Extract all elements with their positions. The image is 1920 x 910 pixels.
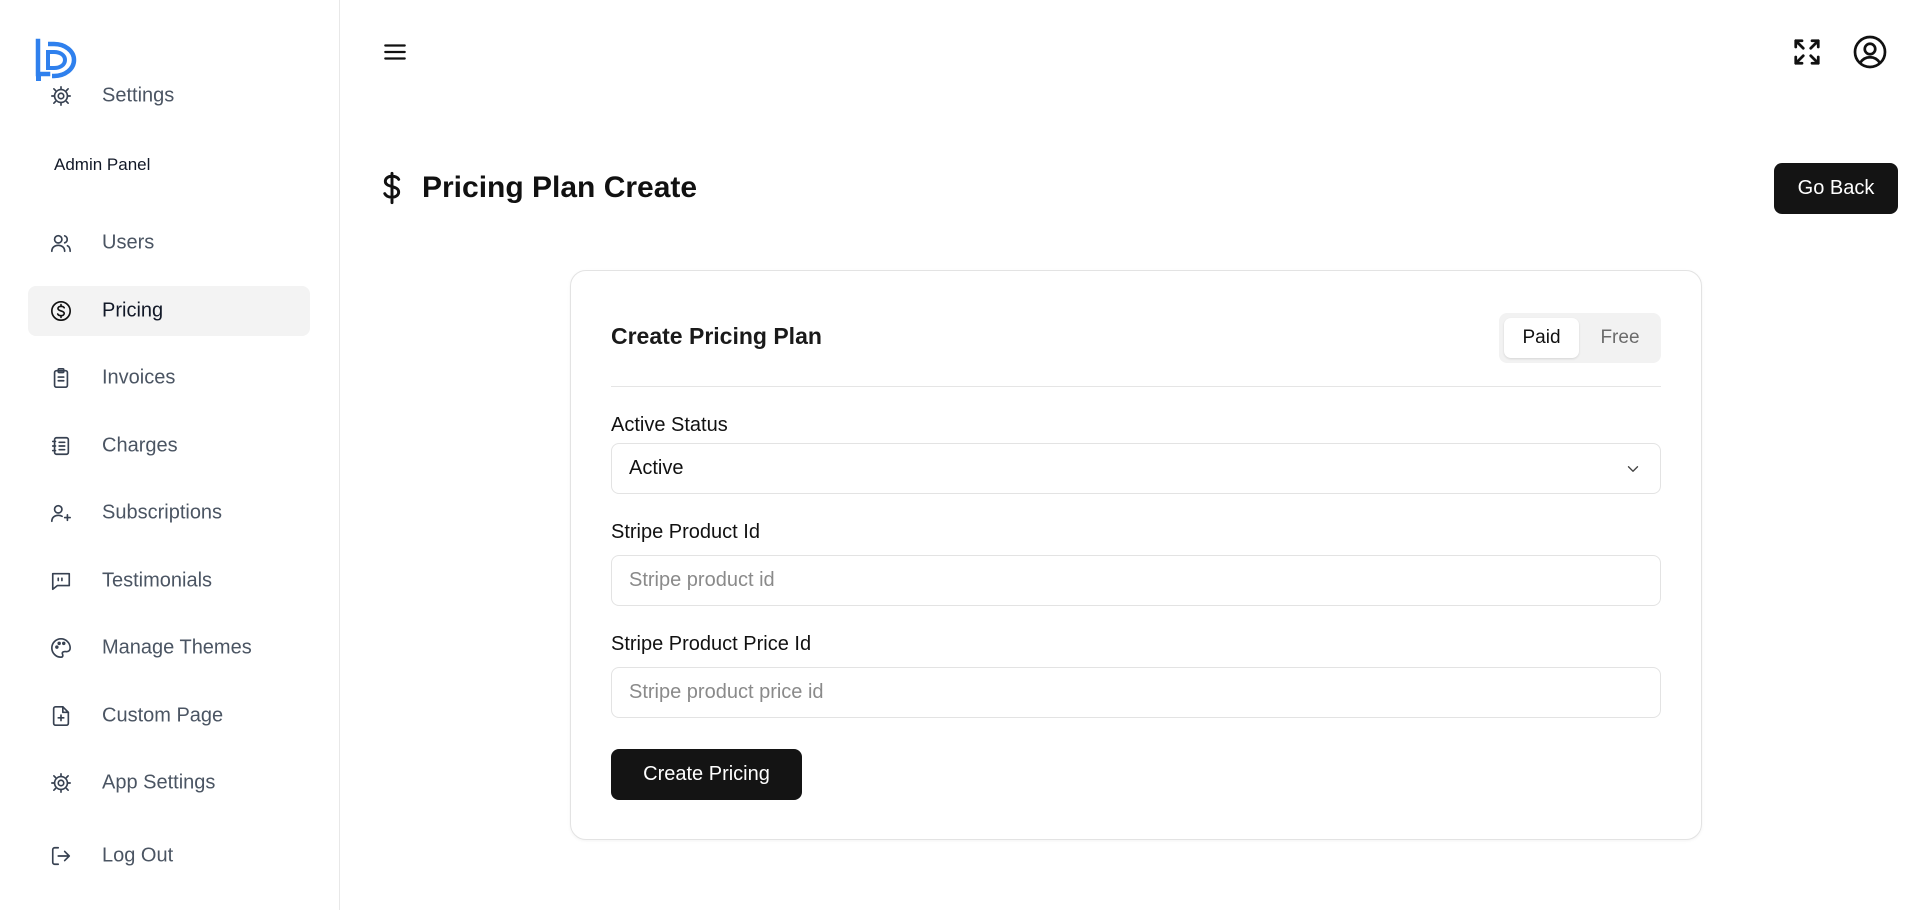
page-header: Pricing Plan Create bbox=[376, 168, 697, 208]
plan-type-toggle: Paid Free bbox=[1499, 313, 1661, 363]
sidebar-item-users[interactable]: Users bbox=[28, 218, 310, 268]
create-pricing-button[interactable]: Create Pricing bbox=[611, 749, 802, 800]
toggle-option-free[interactable]: Free bbox=[1583, 318, 1657, 358]
user-plus-icon bbox=[50, 502, 72, 524]
gear-icon bbox=[50, 772, 72, 794]
logout-button[interactable]: Log Out bbox=[28, 831, 310, 881]
sidebar-item-label: Invoices bbox=[102, 366, 176, 389]
card-title: Create Pricing Plan bbox=[611, 323, 822, 349]
active-status-value: Active bbox=[629, 457, 684, 479]
sidebar-item-charges[interactable]: Charges bbox=[28, 421, 310, 471]
sidebar-item-testimonials[interactable]: Testimonials bbox=[28, 556, 310, 606]
sidebar: Settings Admin Panel Users Pricing Invoi… bbox=[0, 0, 340, 910]
sidebar-item-settings[interactable]: Settings bbox=[28, 71, 310, 121]
logout-icon bbox=[50, 845, 72, 867]
expand-icon bbox=[1794, 39, 1820, 65]
sidebar-item-manage-themes[interactable]: Manage Themes bbox=[28, 623, 310, 673]
stripe-product-price-id-label: Stripe Product Price Id bbox=[611, 633, 812, 655]
active-status-label: Active Status bbox=[611, 414, 728, 436]
sidebar-item-label: Testimonials bbox=[102, 569, 213, 592]
go-back-button[interactable]: Go Back bbox=[1774, 163, 1898, 214]
sidebar-item-custom-page[interactable]: Custom Page bbox=[28, 691, 310, 741]
sidebar-item-label: Pricing bbox=[102, 299, 164, 322]
sidebar-item-label: Manage Themes bbox=[102, 636, 252, 659]
receipt-icon bbox=[50, 435, 72, 457]
dollar-icon bbox=[383, 171, 401, 205]
active-status-select[interactable]: Active bbox=[611, 443, 1661, 494]
create-pricing-card: Create Pricing Plan Paid Free Active Sta… bbox=[570, 270, 1702, 840]
sidebar-item-invoices[interactable]: Invoices bbox=[28, 353, 310, 403]
stripe-product-id-label: Stripe Product Id bbox=[611, 521, 760, 543]
fullscreen-button[interactable] bbox=[1789, 34, 1825, 70]
chevron-down-icon bbox=[1624, 460, 1642, 478]
dollar-circle-icon bbox=[50, 300, 72, 322]
users-icon bbox=[50, 232, 72, 254]
page-title: Pricing Plan Create bbox=[422, 171, 698, 204]
file-plus-icon bbox=[50, 705, 72, 727]
sidebar-item-pricing[interactable]: Pricing bbox=[28, 286, 310, 336]
section-label: Admin Panel bbox=[54, 155, 151, 174]
user-circle-icon bbox=[1853, 35, 1887, 69]
sidebar-item-subscriptions[interactable]: Subscriptions bbox=[28, 488, 310, 538]
sidebar-item-label: Charges bbox=[102, 434, 178, 457]
sidebar-item-label: Custom Page bbox=[102, 704, 224, 727]
sidebar-item-label: Settings bbox=[102, 84, 175, 107]
clipboard-icon bbox=[50, 367, 72, 389]
stripe-product-price-id-input[interactable] bbox=[611, 667, 1661, 718]
logout-label: Log Out bbox=[102, 844, 174, 867]
toggle-option-paid[interactable]: Paid bbox=[1504, 318, 1579, 358]
gear-icon bbox=[50, 85, 72, 107]
stripe-product-id-input[interactable] bbox=[611, 555, 1661, 606]
sidebar-item-label: Subscriptions bbox=[102, 501, 223, 524]
menu-toggle-button[interactable] bbox=[380, 38, 410, 66]
sidebar-item-label: App Settings bbox=[102, 771, 216, 794]
sidebar-item-label: Users bbox=[102, 231, 155, 254]
hamburger-icon bbox=[384, 44, 406, 60]
palette-icon bbox=[50, 637, 72, 659]
user-account-button[interactable] bbox=[1852, 34, 1888, 70]
divider bbox=[611, 386, 1661, 387]
message-quote-icon bbox=[50, 570, 72, 592]
sidebar-item-app-settings[interactable]: App Settings bbox=[28, 758, 310, 808]
